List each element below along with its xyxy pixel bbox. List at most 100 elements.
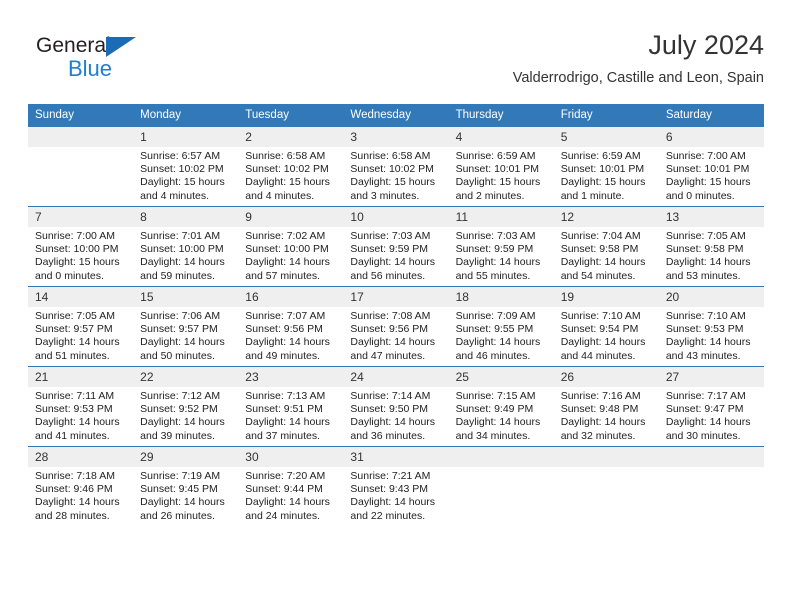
sunset-time: Sunset: 9:55 PM [455,323,534,336]
sunset-time: Sunset: 9:56 PM [350,323,429,336]
daylight-duration-line1: Daylight: 15 hours [455,176,541,189]
calendar-day-cell[interactable]: 31 Sunrise: 7:21 AM Sunset: 9:43 PM Dayligh… [343,446,449,526]
calendar-day-cell[interactable]: 16 Sunrise: 7:07 AM Sunset: 9:56 PM Dayligh… [238,286,344,367]
daylight-duration-line1: Daylight: 14 hours [140,416,225,429]
daylight-duration-line2: and 0 minutes. [665,189,735,202]
weekday-header-saturday: Saturday [658,104,764,127]
logo-text-general: General [36,34,111,57]
daylight-duration-line2: and 59 minutes. [140,269,215,282]
calendar-day-cell[interactable]: 14 Sunrise: 7:05 AM Sunset: 9:57 PM Dayligh… [28,286,134,367]
sunset-time: Sunset: 9:47 PM [665,403,744,416]
calendar-day-cell[interactable]: 23 Sunrise: 7:13 AM Sunset: 9:51 PM Dayligh… [238,366,344,447]
day-details: Sunrise: 7:20 AM Sunset: 9:44 PM Daylight:… [238,467,343,523]
sunrise-time: Sunrise: 7:10 AM [560,310,641,322]
daylight-duration-line2: and 26 minutes. [140,509,215,522]
calendar-week-row: 14 Sunrise: 7:05 AM Sunset: 9:57 PM Dayligh… [28,286,764,367]
calendar-day-cell[interactable]: 18 Sunrise: 7:09 AM Sunset: 9:55 PM Dayligh… [448,286,554,367]
day-number: 2 [238,127,344,147]
sunset-time: Sunset: 9:58 PM [560,243,639,256]
sunrise-time: Sunrise: 7:13 AM [245,390,326,402]
day-number: 24 [343,367,449,387]
calendar-day-cell[interactable]: 4 Sunrise: 6:59 AM Sunset: 10:01 PM Dayligh… [448,126,554,207]
day-details: Sunrise: 7:08 AM Sunset: 9:56 PM Daylight:… [343,307,448,363]
calendar-week-row: 28 Sunrise: 7:18 AM Sunset: 9:46 PM Dayligh… [28,446,764,526]
calendar-day-cell[interactable]: 8 Sunrise: 7:01 AM Sunset: 10:00 PM Dayligh… [133,206,239,287]
calendar-day-cell[interactable]: 13 Sunrise: 7:05 AM Sunset: 9:58 PM Dayligh… [658,206,764,287]
calendar-day-cell[interactable]: 1 Sunrise: 6:57 AM Sunset: 10:02 PM Dayligh… [133,126,239,207]
calendar-day-cell[interactable]: 15 Sunrise: 7:06 AM Sunset: 9:57 PM Dayligh… [133,286,239,367]
title-block: July 2024 Valderrodrigo, Castille and Le… [513,28,764,89]
calendar-day-cell[interactable]: 3 Sunrise: 6:58 AM Sunset: 10:02 PM Dayligh… [343,126,449,207]
calendar-day-cell[interactable]: 19 Sunrise: 7:10 AM Sunset: 9:54 PM Dayligh… [553,286,659,367]
calendar-day-cell[interactable]: 9 Sunrise: 7:02 AM Sunset: 10:00 PM Dayligh… [238,206,344,287]
calendar-day-cell[interactable]: 20 Sunrise: 7:10 AM Sunset: 9:53 PM Dayligh… [658,286,764,367]
calendar-day-cell[interactable]: 27 Sunrise: 7:17 AM Sunset: 9:47 PM Dayligh… [658,366,764,447]
daylight-duration-line1: Daylight: 15 hours [350,176,436,189]
calendar-day-cell[interactable]: 25 Sunrise: 7:15 AM Sunset: 9:49 PM Dayligh… [448,366,554,447]
calendar-day-cell[interactable]: 11 Sunrise: 7:03 AM Sunset: 9:59 PM Dayligh… [448,206,554,287]
calendar-day-cell[interactable]: 28 Sunrise: 7:18 AM Sunset: 9:46 PM Dayligh… [28,446,134,526]
sunrise-time: Sunrise: 7:01 AM [140,230,221,242]
daylight-duration-line1: Daylight: 14 hours [455,256,541,269]
sunset-time: Sunset: 9:50 PM [350,403,429,416]
sunset-time: Sunset: 10:01 PM [665,163,750,176]
calendar-day-cell[interactable]: 10 Sunrise: 7:03 AM Sunset: 9:59 PM Dayligh… [343,206,449,287]
day-details: Sunrise: 7:00 AM Sunset: 10:00 PM Daylight… [28,227,133,283]
calendar-day-cell[interactable]: 21 Sunrise: 7:11 AM Sunset: 9:53 PM Dayligh… [28,366,134,447]
calendar-week-row: 1 Sunrise: 6:57 AM Sunset: 10:02 PM Dayligh… [28,126,764,207]
daylight-duration-line2: and 51 minutes. [35,349,110,362]
page-title: July 2024 [648,30,764,60]
daylight-duration-line2: and 57 minutes. [245,269,320,282]
sunset-time: Sunset: 10:00 PM [140,243,224,256]
calendar-day-cell[interactable]: 12 Sunrise: 7:04 AM Sunset: 9:58 PM Dayligh… [553,206,659,287]
day-details: Sunrise: 7:04 AM Sunset: 9:58 PM Daylight:… [554,227,659,283]
calendar-day-cell[interactable]: 6 Sunrise: 7:00 AM Sunset: 10:01 PM Dayligh… [658,126,764,207]
calendar-day-cell[interactable]: 22 Sunrise: 7:12 AM Sunset: 9:52 PM Dayligh… [133,366,239,447]
sunrise-time: Sunrise: 7:03 AM [350,230,431,242]
calendar-day-cell[interactable]: 29 Sunrise: 7:19 AM Sunset: 9:45 PM Dayligh… [133,446,239,526]
sunset-time: Sunset: 9:58 PM [665,243,744,256]
daylight-duration-line1: Daylight: 14 hours [245,496,330,509]
calendar-week-row: 21 Sunrise: 7:11 AM Sunset: 9:53 PM Dayligh… [28,366,764,447]
calendar-grid: Sunday Monday Tuesday Wednesday Thursday… [28,104,764,526]
sunrise-time: Sunrise: 7:11 AM [35,390,115,402]
calendar-day-cell[interactable]: 17 Sunrise: 7:08 AM Sunset: 9:56 PM Dayligh… [343,286,449,367]
daylight-duration-line2: and 24 minutes. [245,509,320,522]
daylight-duration-line2: and 22 minutes. [350,509,426,522]
calendar-day-cell[interactable]: 24 Sunrise: 7:14 AM Sunset: 9:50 PM Dayligh… [343,366,449,447]
sunset-time: Sunset: 9:46 PM [35,483,113,496]
daylight-duration-line1: Daylight: 14 hours [560,256,646,269]
day-number: 30 [238,447,344,467]
daylight-duration-line2: and 32 minutes. [560,429,636,442]
sunrise-time: Sunrise: 6:58 AM [350,150,431,162]
day-number: 7 [28,207,134,227]
day-number: 3 [343,127,449,147]
sunrise-time: Sunrise: 6:58 AM [245,150,326,162]
daylight-duration-line2: and 44 minutes. [560,349,636,362]
calendar-page: General Blue July 2024 Valderrodrigo, Ca… [0,0,792,612]
daylight-duration-line2: and 2 minutes. [455,189,525,202]
day-details: Sunrise: 7:14 AM Sunset: 9:50 PM Daylight:… [343,387,448,443]
daylight-duration-line1: Daylight: 14 hours [350,416,436,429]
day-number: 12 [553,207,659,227]
day-details: Sunrise: 6:59 AM Sunset: 10:01 PM Daylight… [449,147,554,203]
day-number: 23 [238,367,344,387]
day-number: 31 [343,447,449,467]
sunrise-time: Sunrise: 7:09 AM [455,310,536,322]
sunrise-time: Sunrise: 7:19 AM [140,470,221,482]
calendar-day-cell[interactable]: 26 Sunrise: 7:16 AM Sunset: 9:48 PM Dayligh… [553,366,659,447]
sunrise-time: Sunrise: 7:12 AM [140,390,221,402]
calendar-day-cell[interactable]: 2 Sunrise: 6:58 AM Sunset: 10:02 PM Dayligh… [238,126,344,207]
day-details: Sunrise: 7:05 AM Sunset: 9:57 PM Daylight:… [28,307,133,363]
day-details: Sunrise: 6:57 AM Sunset: 10:02 PM Daylight… [133,147,238,203]
calendar-day-cell[interactable]: 5 Sunrise: 6:59 AM Sunset: 10:01 PM Dayligh… [553,126,659,207]
sunset-time: Sunset: 9:53 PM [665,323,744,336]
calendar-day-cell[interactable]: 30 Sunrise: 7:20 AM Sunset: 9:44 PM Dayligh… [238,446,344,526]
day-number: 8 [133,207,239,227]
daylight-duration-line1: Daylight: 15 hours [665,176,751,189]
calendar-day-cell[interactable]: 7 Sunrise: 7:00 AM Sunset: 10:00 PM Dayligh… [28,206,134,287]
day-details: Sunrise: 7:10 AM Sunset: 9:53 PM Daylight:… [659,307,764,363]
sunset-time: Sunset: 9:53 PM [35,403,113,416]
general-blue-logo[interactable]: General Blue [36,34,216,90]
daylight-duration-line1: Daylight: 14 hours [665,416,751,429]
